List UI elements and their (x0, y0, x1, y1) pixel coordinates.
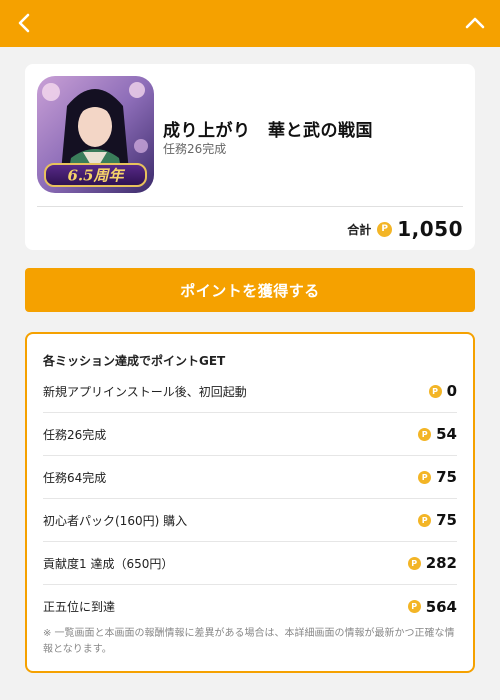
back-button[interactable] (12, 9, 38, 37)
app-title: 成り上がり 華と武の戦国 (163, 121, 373, 141)
mission-reward: P 282 (407, 554, 457, 572)
mission-points: 0 (446, 382, 457, 400)
app-card: 6.5周年 成り上がり 華と武の戦国 任務26完成 合計 P 1,050 (25, 64, 475, 250)
point-coin-icon: P (418, 427, 432, 441)
chevron-left-icon (18, 13, 30, 33)
mission-list: 新規アプリインストール後、初回起動 P 0 任務26完成 P 54 任務64完成… (43, 370, 457, 628)
mission-reward: P 54 (418, 425, 457, 443)
chevron-up-icon (465, 17, 485, 29)
mission-points: 282 (425, 554, 457, 572)
mission-reward: P 564 (407, 597, 457, 616)
top-bar (0, 0, 500, 47)
point-coin-icon: P (428, 384, 442, 398)
mission-points: 75 (436, 468, 457, 486)
total-points: 合計 P 1,050 (347, 216, 463, 242)
get-points-button[interactable]: ポイントを獲得する (25, 268, 475, 312)
mission-row: 貢献度1 達成（650円） P 282 (43, 542, 457, 585)
mission-label: 正五位に到達 (43, 600, 116, 614)
mission-label: 貢献度1 達成（650円） (43, 556, 174, 571)
mission-reward: P 0 (428, 382, 457, 400)
mission-reward: P 75 (418, 468, 457, 486)
point-coin-icon: P (418, 513, 432, 527)
mission-points: 75 (436, 511, 457, 529)
mission-label: 任務64完成 (43, 470, 107, 485)
point-coin-icon: P (407, 600, 421, 613)
collapse-button[interactable] (460, 9, 490, 37)
point-coin-icon: P (418, 470, 432, 484)
mission-points: 564 (425, 597, 457, 616)
app-subtitle: 任務26完成 (163, 142, 227, 156)
mission-reward: P 75 (418, 511, 457, 529)
mission-row: 正五位に到達 P 564 (43, 585, 457, 628)
total-label: 合計 (347, 222, 372, 237)
total-value: 1,050 (397, 217, 463, 241)
mission-row: 任務64完成 P 75 (43, 456, 457, 499)
mission-points: 54 (436, 425, 457, 443)
mission-label: 新規アプリインストール後、初回起動 (43, 384, 247, 399)
mission-row: 任務26完成 P 54 (43, 413, 457, 456)
point-coin-icon: P (377, 221, 393, 237)
app-icon: 6.5周年 (37, 76, 154, 193)
divider (37, 206, 463, 207)
mission-box: 各ミッション達成でポイントGET 新規アプリインストール後、初回起動 P 0 任… (25, 332, 475, 673)
app-icon-badge: 6.5周年 (67, 167, 125, 185)
mission-row: 初心者パック(160円) 購入 P 75 (43, 499, 457, 542)
mission-row: 新規アプリインストール後、初回起動 P 0 (43, 370, 457, 413)
disclaimer-note: ※ 一覧画面と本画面の報酬情報に差異がある場合は、本詳細画面の情報が最新かつ正確… (43, 628, 455, 655)
mission-label: 初心者パック(160円) 購入 (43, 513, 188, 528)
point-coin-icon: P (407, 556, 421, 570)
mission-label: 任務26完成 (43, 427, 107, 442)
mission-heading: 各ミッション達成でポイントGET (43, 354, 226, 368)
